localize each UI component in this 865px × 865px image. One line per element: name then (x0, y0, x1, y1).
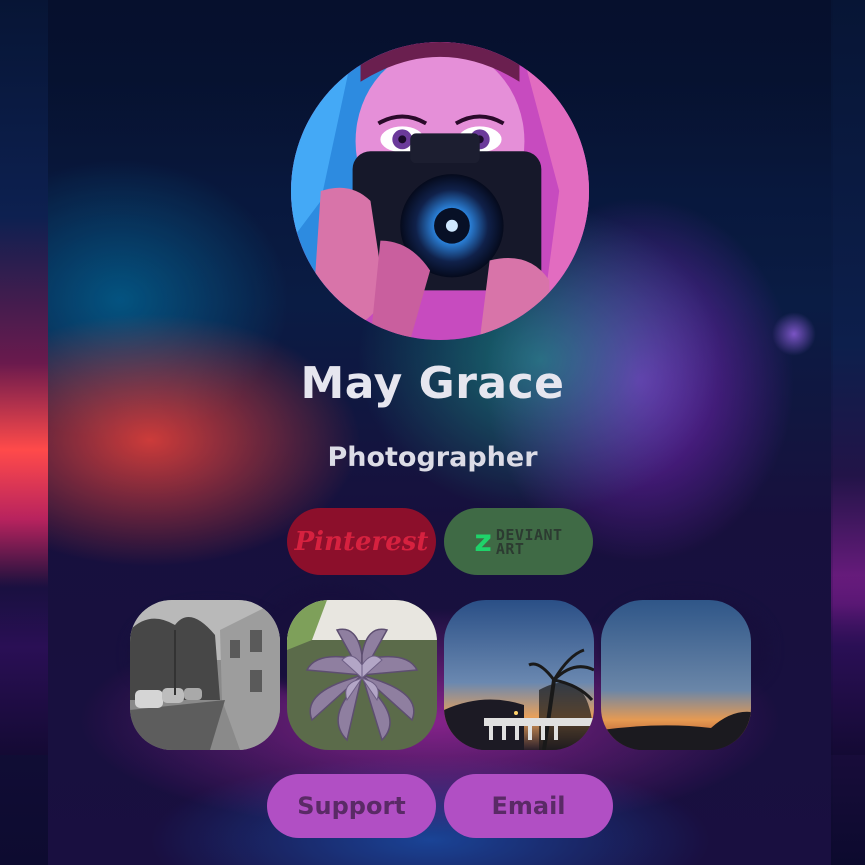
gallery-item-sunset-sky[interactable] (601, 600, 751, 750)
deviantart-button[interactable]: z DEVIANT ART (444, 508, 593, 575)
support-button[interactable]: Support (267, 774, 436, 838)
profile-avatar (291, 42, 589, 340)
deviantart-logo: z DEVIANT ART (474, 523, 563, 559)
profile-name: May Grace (300, 358, 565, 409)
gallery-item-succulent[interactable] (287, 600, 437, 750)
pinterest-button[interactable]: Pinterest (287, 508, 436, 575)
right-background-panel (831, 0, 865, 865)
deviantart-icon: z (474, 523, 492, 559)
gallery-item-sunset-palm[interactable] (444, 600, 594, 750)
left-background-panel (0, 0, 48, 865)
email-button[interactable]: Email (444, 774, 613, 838)
gallery-item-street[interactable] (130, 600, 280, 750)
profile-role: Photographer (327, 442, 538, 473)
pinterest-logo: Pinterest (294, 526, 429, 557)
